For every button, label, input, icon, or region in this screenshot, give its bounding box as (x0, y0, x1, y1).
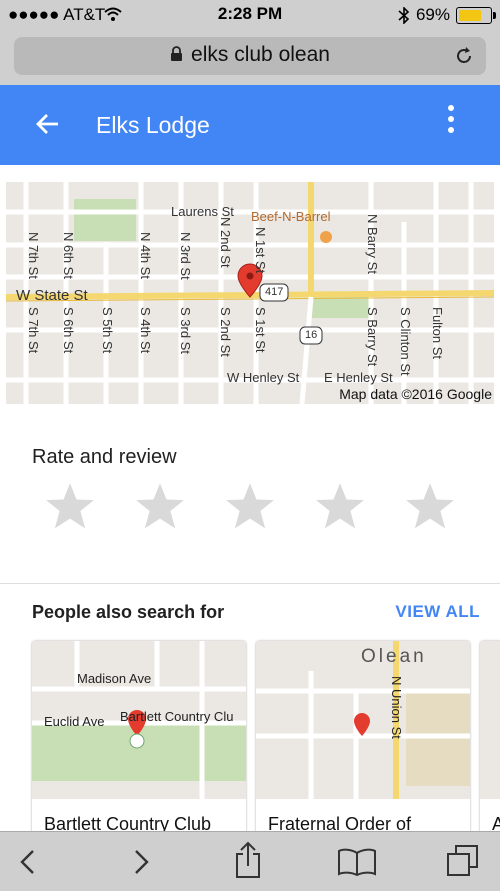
street-label: S Barry St (365, 307, 380, 367)
share-icon[interactable] (232, 840, 264, 880)
map-label: Olean (361, 646, 427, 667)
star-icon[interactable] (134, 480, 186, 532)
star-icon[interactable] (314, 480, 366, 532)
star-rating[interactable] (44, 480, 456, 532)
card-map (480, 641, 500, 799)
status-right: 69% (398, 5, 496, 25)
star-icon[interactable] (224, 480, 276, 532)
star-icon[interactable] (44, 480, 96, 532)
street-label: N 2nd St (218, 217, 233, 268)
street-label: N Barry St (365, 214, 380, 274)
street-label: S 2nd St (218, 307, 233, 357)
forward-icon[interactable] (131, 849, 151, 875)
street-label: N 1st St (253, 227, 268, 274)
route-label: 417 (265, 286, 284, 298)
map-label: Bartlett Country Clu (120, 709, 234, 724)
address-text[interactable]: elks club olean (191, 43, 330, 66)
lock-icon (171, 46, 183, 61)
app-bar: Elks Lodge (0, 85, 500, 165)
street-label: S 5th St (100, 307, 115, 354)
back-arrow-icon[interactable] (36, 113, 60, 135)
street-label: W Henley St (227, 370, 300, 385)
route-label: 16 (305, 329, 318, 341)
battery-icon (456, 6, 496, 24)
street-label: Fulton St (430, 307, 445, 360)
map-label: Euclid Ave (44, 714, 105, 729)
address-text-wrap[interactable]: elks club olean (14, 43, 486, 67)
back-icon[interactable] (18, 849, 38, 875)
related-place-card[interactable]: A (480, 641, 500, 841)
street-label: N 7th St (26, 232, 41, 279)
browser-chrome: elks club olean (0, 30, 500, 85)
street-label: S 6th St (61, 307, 76, 354)
street-label: N 4th St (138, 232, 153, 279)
card-map: Madison Ave Euclid Ave Bartlett Country … (32, 641, 246, 799)
street-label: S Clinton St (398, 307, 413, 376)
battery-percent: 69% (415, 5, 450, 24)
star-icon[interactable] (404, 480, 456, 532)
street-label: S 4th St (138, 307, 153, 354)
page-title: Elks Lodge (96, 112, 210, 138)
section-title: People also search for (32, 602, 225, 622)
street-label: S 3rd St (178, 307, 193, 354)
map-copyright: Map data ©2016 Google (339, 386, 492, 402)
related-place-card[interactable]: Olean N Union St Fraternal Order of (256, 641, 470, 841)
reload-icon[interactable] (454, 46, 474, 66)
street-label: N 3rd St (178, 232, 193, 280)
browser-toolbar (0, 831, 500, 891)
related-place-card[interactable]: Madison Ave Euclid Ave Bartlett Country … (32, 641, 246, 841)
card-map: Olean N Union St (256, 641, 470, 799)
street-label: E Henley St (324, 370, 393, 385)
address-bar[interactable]: elks club olean (14, 37, 486, 75)
tabs-icon[interactable] (446, 844, 480, 878)
rate-review-title: Rate and review (32, 446, 177, 468)
poi-label: Beef-N-Barrel (251, 209, 331, 224)
bluetooth-icon (398, 6, 410, 24)
street-label: S 7th St (26, 307, 41, 354)
street-label: S 1st St (253, 307, 268, 353)
map-label: N Union St (389, 676, 404, 739)
street-label: N 6th St (61, 232, 76, 279)
location-map[interactable]: Laurens St Beef-N-Barrel W State St W He… (6, 182, 494, 404)
status-bar: ●●●●● AT&T 2:28 PM 69% (0, 0, 500, 30)
street-label: W State St (16, 287, 88, 304)
view-all-link[interactable]: VIEW ALL (395, 602, 480, 622)
people-also-search-section: People also search for VIEW ALL Madison … (0, 583, 500, 844)
bookmarks-icon[interactable] (337, 847, 377, 877)
map-label: Madison Ave (77, 671, 152, 686)
more-vert-icon[interactable] (446, 105, 456, 138)
